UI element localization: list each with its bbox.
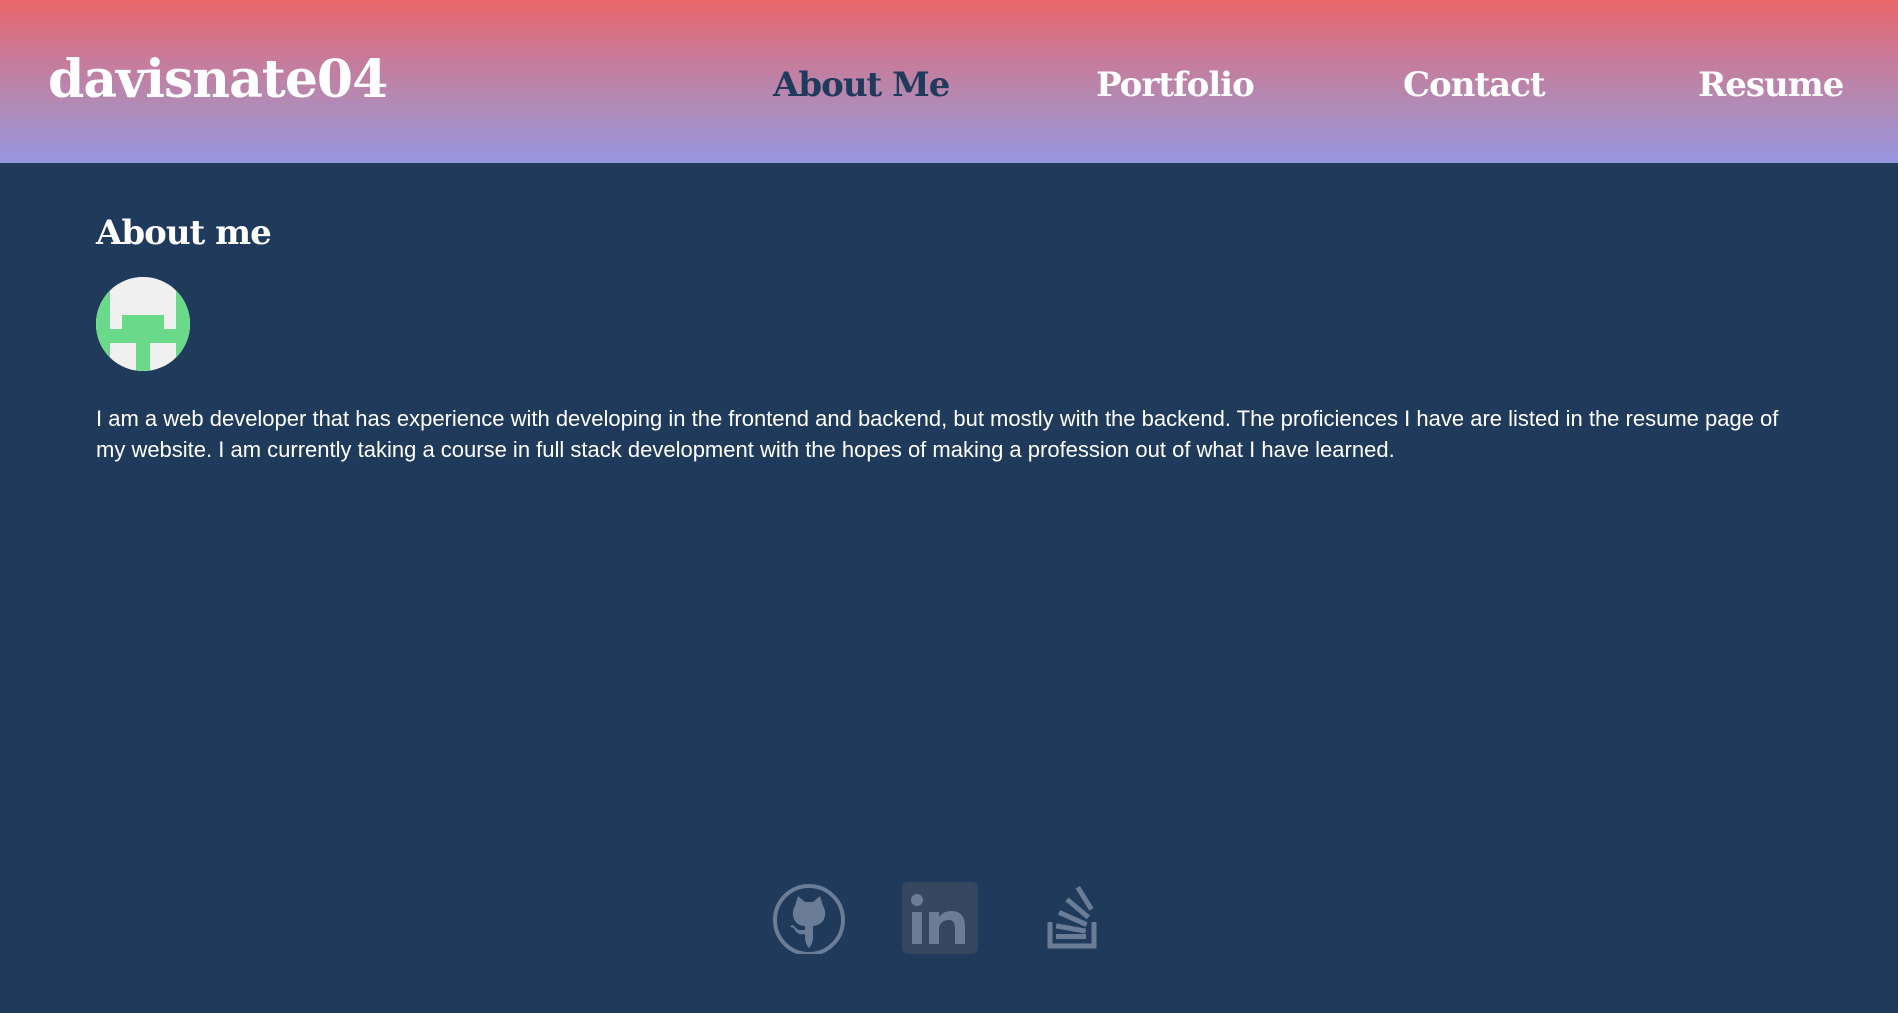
nav-link-portfolio[interactable]: Portfolio xyxy=(1096,58,1255,112)
avatar xyxy=(96,277,190,371)
site-footer xyxy=(0,878,1898,966)
identicon-avatar xyxy=(96,277,190,371)
site-title[interactable]: davisnate04 xyxy=(48,44,388,116)
nav-link-resume[interactable]: Resume xyxy=(1698,58,1844,112)
section-title: About me xyxy=(96,213,272,253)
nav-link-contact[interactable]: Contact xyxy=(1403,58,1546,112)
linkedin-link[interactable] xyxy=(902,878,978,954)
github-icon xyxy=(773,884,845,956)
bio-text: I am a web developer that has experience… xyxy=(96,406,1779,462)
stackoverflow-icon xyxy=(1047,885,1097,949)
github-link[interactable] xyxy=(771,878,847,956)
linkedin-icon xyxy=(902,882,978,954)
site-header: davisnate04 About Me Portfolio Contact R… xyxy=(0,0,1898,163)
nav-link-about-me[interactable]: About Me xyxy=(773,58,950,112)
stackoverflow-link[interactable] xyxy=(1034,878,1110,954)
